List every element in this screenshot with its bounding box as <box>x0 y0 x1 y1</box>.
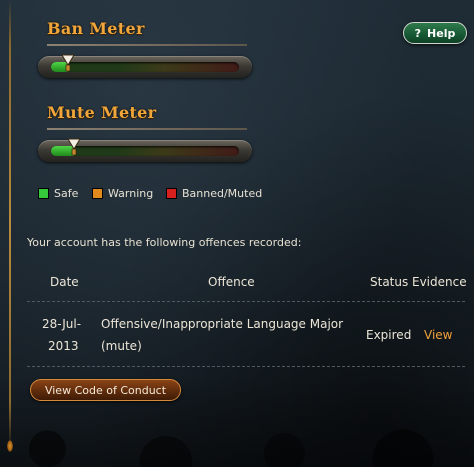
table-header-divider <box>27 301 465 302</box>
table-row-divider <box>27 366 465 367</box>
ban-meter-marker-icon <box>61 54 75 72</box>
help-button[interactable]: ? Help <box>403 22 467 44</box>
offence-description-line2: (mute) <box>101 339 142 353</box>
column-header-offence: Offence <box>208 275 255 289</box>
legend-swatch-safe <box>38 188 49 199</box>
legend-swatch-banned-muted <box>166 188 177 199</box>
offence-status: Expired <box>366 328 412 342</box>
legend-item-warning: Warning <box>92 187 153 200</box>
column-header-date: Date <box>50 275 79 289</box>
help-button-label: Help <box>427 26 456 40</box>
question-icon: ? <box>414 26 422 40</box>
legend-swatch-warning <box>92 188 103 199</box>
side-divider-tip <box>7 440 13 452</box>
legend-label-safe: Safe <box>54 187 79 200</box>
legend-item-safe: Safe <box>38 187 78 200</box>
legend-label-banned-muted: Banned/Muted <box>182 187 263 200</box>
side-divider <box>9 0 11 448</box>
offence-date: 28-Jul- 2013 <box>42 313 81 357</box>
mute-meter-marker-icon <box>66 138 81 156</box>
column-header-evidence: Evidence <box>412 275 467 289</box>
column-header-status: Status <box>370 275 409 289</box>
offence-description: Offensive/Inappropriate Language Major (… <box>101 313 343 357</box>
offence-date-line1: 28-Jul- <box>42 317 82 331</box>
mute-meter-title: Mute Meter <box>47 103 157 122</box>
view-evidence-link[interactable]: View <box>424 324 452 346</box>
offences-intro: Your account has the following offences … <box>27 236 302 249</box>
mute-meter-divider <box>47 128 247 130</box>
offence-date-line2: 2013 <box>48 339 79 353</box>
ban-meter-title: Ban Meter <box>47 19 145 38</box>
mute-meter <box>38 138 252 162</box>
legend-label-warning: Warning <box>108 187 154 200</box>
legend-item-banned-muted: Banned/Muted <box>166 187 262 200</box>
offence-description-line1: Offensive/Inappropriate Language Major <box>101 317 344 331</box>
ban-meter-track <box>51 62 239 72</box>
view-code-of-conduct-button[interactable]: View Code of Conduct <box>30 379 181 401</box>
ban-meter-divider <box>47 44 247 46</box>
ban-meter <box>38 54 252 78</box>
